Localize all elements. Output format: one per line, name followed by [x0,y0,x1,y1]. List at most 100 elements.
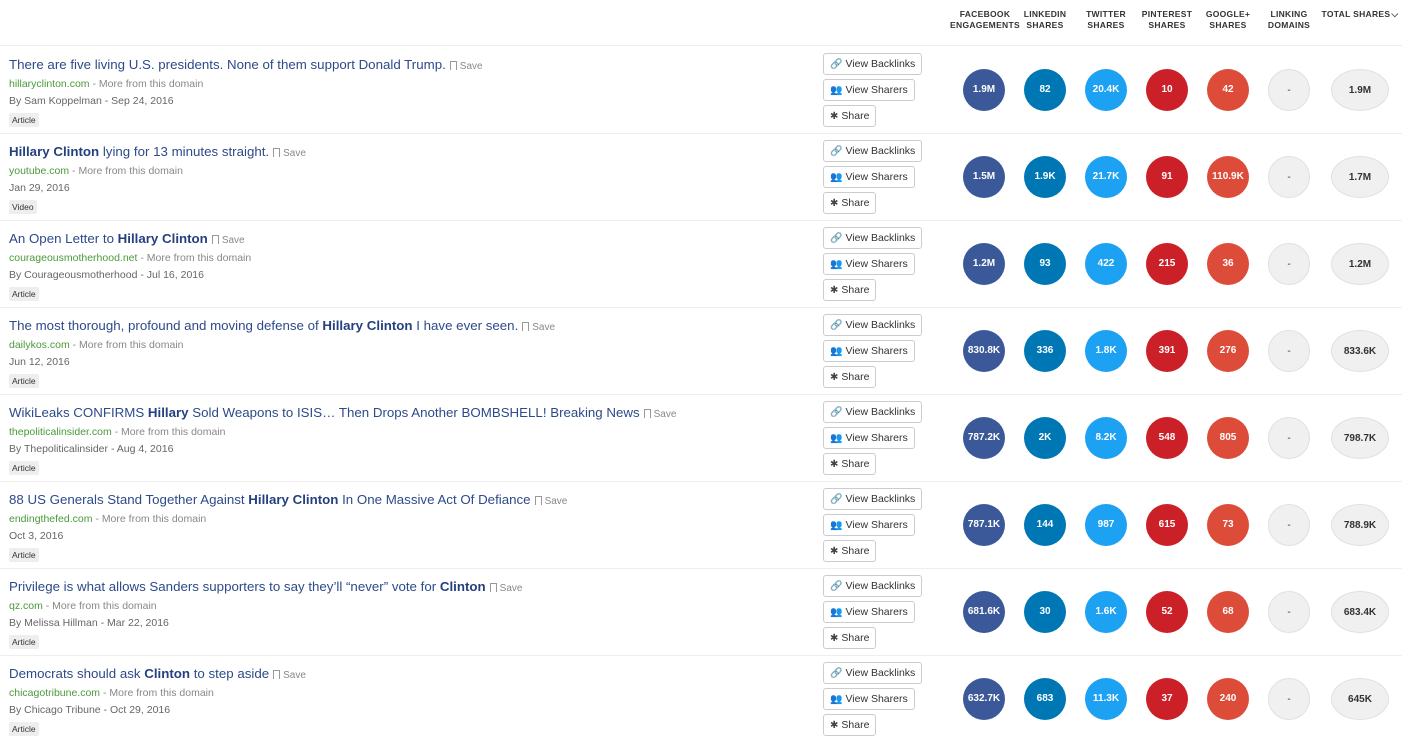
domain-link[interactable]: hillaryclinton.com [9,78,90,90]
save-button[interactable]: Save [643,409,676,420]
view-sharers-button[interactable]: 👥 View Sharers [823,427,915,449]
byline: Jun 12, 2016 [9,356,70,368]
pinterest-shares-count: 215 [1146,243,1188,285]
view-sharers-button[interactable]: 👥 View Sharers [823,514,915,536]
facebook-engagements-count: 1.9M [963,69,1005,111]
more-from-domain-link[interactable]: - More from this domain [112,426,226,438]
header-linking-domains[interactable]: LINKING DOMAINS [1254,9,1324,31]
view-backlinks-button[interactable]: 🔗 View Backlinks [823,662,923,684]
share-button[interactable]: ✱ Share [823,105,877,127]
domain-link[interactable]: thepoliticalinsider.com [9,426,112,438]
domain-line: youtube.com - More from this domain [9,165,183,177]
domain-link[interactable]: endingthefed.com [9,513,92,525]
article-title-link[interactable]: WikiLeaks CONFIRMS Hillary Sold Weapons … [9,405,676,420]
result-row: An Open Letter to Hillary Clinton Save cou… [0,221,1402,308]
pinterest-shares-count: 615 [1146,504,1188,546]
domain-link[interactable]: qz.com [9,600,43,612]
twitter-shares-count: 422 [1085,243,1127,285]
article-title-link[interactable]: An Open Letter to Hillary Clinton Save [9,231,245,246]
more-from-domain-link[interactable]: - More from this domain [70,339,184,351]
save-button[interactable]: Save [449,61,483,72]
more-from-domain-link[interactable]: - More from this domain [43,600,157,612]
facebook-engagements-count: 632.7K [963,678,1005,720]
facebook-engagements-count: 787.2K [963,417,1005,459]
domain-link[interactable]: dailykos.com [9,339,70,351]
view-backlinks-button[interactable]: 🔗 View Backlinks [823,53,923,75]
view-backlinks-button[interactable]: 🔗 View Backlinks [823,488,923,510]
save-button[interactable]: Save [522,322,555,333]
link-icon: 🔗 [830,668,843,679]
domain-link[interactable]: courageousmotherhood.net [9,252,137,264]
facebook-engagements-count: 681.6K [963,591,1005,633]
header-twitter-shares[interactable]: TWITTER SHARES [1071,9,1141,31]
twitter-shares-count: 20.4K [1085,69,1127,111]
users-icon: 👥 [830,607,843,618]
view-sharers-button[interactable]: 👥 View Sharers [823,79,915,101]
users-icon: 👥 [830,520,843,531]
share-button[interactable]: ✱ Share [823,366,877,388]
article-title-link[interactable]: Democrats should ask Clinton to step asi… [9,666,306,681]
view-backlinks-button[interactable]: 🔗 View Backlinks [823,314,923,336]
save-button[interactable]: Save [273,148,306,159]
article-title-link[interactable]: Hillary Clinton lying for 13 minutes str… [9,144,306,159]
save-button[interactable]: Save [489,583,522,594]
save-button[interactable]: Save [211,235,245,246]
view-backlinks-button[interactable]: 🔗 View Backlinks [823,227,923,249]
save-button[interactable]: Save [534,496,567,507]
header-linkedin-shares[interactable]: LINKEDIN SHARES [1010,9,1080,31]
article-title-link[interactable]: 88 US Generals Stand Together Against Hi… [9,492,567,507]
header-total-shares-sort[interactable]: TOTAL SHARES⌵ [1320,9,1400,20]
users-icon: 👥 [830,172,843,183]
linking-domains-count: - [1268,243,1310,285]
total-shares-count: 788.9K [1331,504,1389,546]
domain-link[interactable]: youtube.com [9,165,69,177]
more-from-domain-link[interactable]: - More from this domain [137,252,251,264]
bookmark-icon [489,583,497,592]
link-icon: 🔗 [830,59,843,70]
save-button[interactable]: Save [273,670,306,681]
more-from-domain-link[interactable]: - More from this domain [90,78,203,90]
more-from-domain-link[interactable]: - More from this domain [92,513,206,525]
share-button[interactable]: ✱ Share [823,192,877,214]
header-pinterest-shares[interactable]: PINTEREST SHARES [1132,9,1202,31]
pinterest-shares-count: 548 [1146,417,1188,459]
more-from-domain-link[interactable]: - More from this domain [69,165,183,177]
users-icon: 👥 [830,85,843,96]
view-backlinks-button[interactable]: 🔗 View Backlinks [823,140,923,162]
share-button[interactable]: ✱ Share [823,279,877,301]
domain-link[interactable]: chicagotribune.com [9,687,100,699]
more-from-domain-link[interactable]: - More from this domain [100,687,214,699]
article-title-link[interactable]: The most thorough, profound and moving d… [9,318,555,333]
header-google-plus-shares[interactable]: GOOGLE+ SHARES [1193,9,1263,31]
result-row: The most thorough, profound and moving d… [0,308,1402,395]
pinterest-shares-count: 91 [1146,156,1188,198]
linkedin-shares-count: 2K [1024,417,1066,459]
total-shares-count: 1.2M [1331,243,1389,285]
view-sharers-button[interactable]: 👥 View Sharers [823,688,915,710]
share-button[interactable]: ✱ Share [823,453,877,475]
linkedin-shares-count: 93 [1024,243,1066,285]
domain-line: endingthefed.com - More from this domain [9,513,206,525]
view-sharers-button[interactable]: 👥 View Sharers [823,253,915,275]
byline: By Courageousmotherhood - Jul 16, 2016 [9,269,204,281]
result-row: Democrats should ask Clinton to step asi… [0,656,1402,739]
article-title-link[interactable]: There are five living U.S. presidents. N… [9,57,483,72]
view-sharers-button[interactable]: 👥 View Sharers [823,166,915,188]
linking-domains-count: - [1268,504,1310,546]
linking-domains-count: - [1268,678,1310,720]
article-title-link[interactable]: Privilege is what allows Sanders support… [9,579,522,594]
view-backlinks-button[interactable]: 🔗 View Backlinks [823,575,923,597]
google-plus-shares-count: 110.9K [1207,156,1249,198]
share-button[interactable]: ✱ Share [823,540,877,562]
share-icon: ✱ [830,546,839,557]
view-sharers-button[interactable]: 👥 View Sharers [823,601,915,623]
total-shares-count: 798.7K [1331,417,1389,459]
share-button[interactable]: ✱ Share [823,714,877,736]
view-sharers-button[interactable]: 👥 View Sharers [823,340,915,362]
view-backlinks-button[interactable]: 🔗 View Backlinks [823,401,923,423]
domain-line: chicagotribune.com - More from this doma… [9,687,214,699]
google-plus-shares-count: 36 [1207,243,1249,285]
share-icon: ✱ [830,720,839,731]
share-icon: ✱ [830,633,839,644]
share-button[interactable]: ✱ Share [823,627,877,649]
